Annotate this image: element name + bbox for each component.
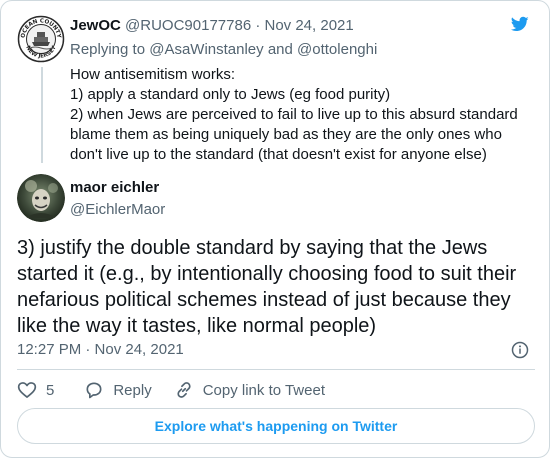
copy-link-label: Copy link to Tweet xyxy=(202,381,325,399)
parent-author-meta[interactable]: @RUOC90177786 · Nov 24, 2021 xyxy=(125,17,354,34)
twitter-bird-icon[interactable] xyxy=(509,15,531,33)
thread-connector-line xyxy=(41,67,43,163)
parent-author-avatar[interactable]: OCEAN COUNTY NEW JERSEY xyxy=(17,15,65,63)
reply-bubble-icon xyxy=(86,382,102,399)
main-author-avatar[interactable] xyxy=(17,174,65,222)
link-icon xyxy=(177,382,191,398)
actions-divider xyxy=(17,369,535,370)
main-author-handle[interactable]: @EichlerMaor xyxy=(70,201,165,218)
parent-text-line: 1) apply a standard only to Jews (eg foo… xyxy=(70,86,391,103)
like-count: 5 xyxy=(46,381,55,399)
heart-icon xyxy=(17,382,37,398)
tweet-embed-card: OCEAN COUNTY NEW JERSEY JewOC @RUOC90177… xyxy=(0,0,550,458)
replying-to-and: and xyxy=(263,41,298,58)
info-icon[interactable] xyxy=(511,341,529,359)
replying-to-line: Replying to @AsaWinstanley and @ottoleng… xyxy=(70,41,377,58)
parent-tweet-text: How antisemitism works: 1) apply a stand… xyxy=(70,65,530,165)
parent-text-line: How antisemitism works: xyxy=(70,66,236,83)
parent-text-line: blame them as being uniquely bad as they… xyxy=(70,126,502,143)
like-button[interactable]: 5 xyxy=(17,380,54,400)
copy-link-button[interactable]: Copy link to Tweet xyxy=(174,380,325,400)
parent-author-name[interactable]: JewOC xyxy=(70,17,121,34)
main-text-line: started it (e.g., by intentionally choos… xyxy=(17,263,517,285)
reply-button[interactable]: Reply xyxy=(84,380,152,400)
parent-text-line: don't live up to the standard (that does… xyxy=(70,146,487,163)
main-text-line: 3) justify the double standard by saying… xyxy=(17,237,488,259)
replying-to-prefix: Replying to xyxy=(70,41,150,58)
main-text-line: nefarious political schemes instead of j… xyxy=(17,289,511,311)
ocean-county-seal-icon: OCEAN COUNTY NEW JERSEY xyxy=(17,15,65,63)
reply-label: Reply xyxy=(113,381,152,399)
main-tweet-text: 3) justify the double standard by saying… xyxy=(17,235,537,339)
tweet-actions-bar: 5 Reply Copy link to Tweet xyxy=(17,379,325,401)
explore-twitter-button[interactable]: Explore what's happening on Twitter xyxy=(17,408,535,444)
mention-asawinstanley[interactable]: @AsaWinstanley xyxy=(149,41,263,58)
tweet-timestamp[interactable]: 12:27 PM · Nov 24, 2021 xyxy=(17,341,184,358)
parent-text-line: 2) when Jews are perceived to fail to li… xyxy=(70,106,518,123)
parent-tweet-header: JewOC @RUOC90177786 · Nov 24, 2021 xyxy=(70,17,354,34)
profile-photo-icon xyxy=(17,174,65,222)
main-author-name[interactable]: maor eichler xyxy=(70,179,159,196)
main-text-line: like the way it tastes, like normal peop… xyxy=(17,315,377,337)
mention-ottolenghi[interactable]: @ottolenghi xyxy=(297,41,377,58)
